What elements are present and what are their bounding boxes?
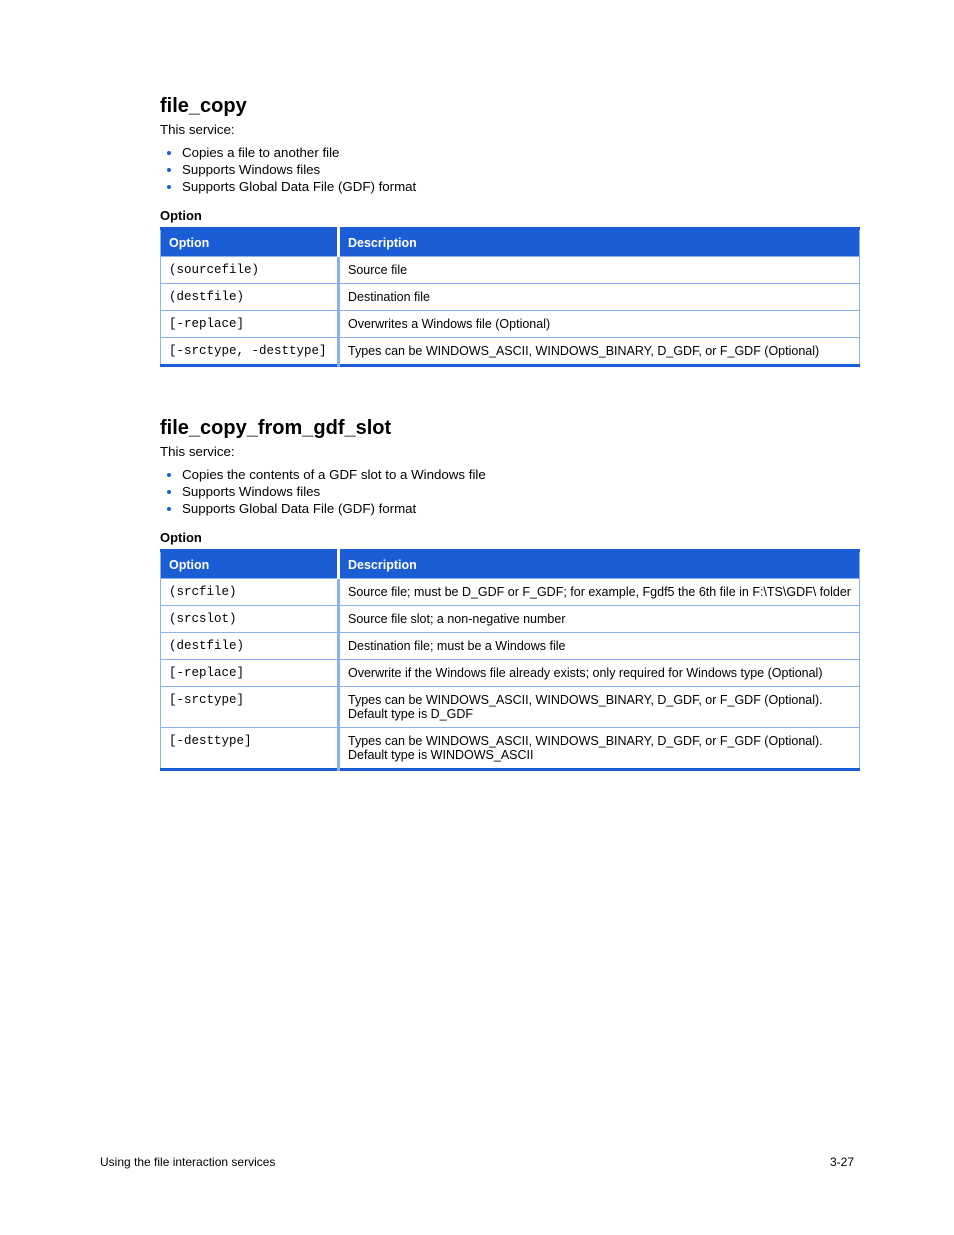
table-row: [-replace] Overwrite if the Windows file… — [161, 660, 860, 687]
table-row: [-srctype] Types can be WINDOWS_ASCII, W… — [161, 687, 860, 728]
option-cell: [-srctype] — [161, 687, 339, 728]
option-cell: [-srctype, -desttype] — [161, 338, 339, 366]
list-item: Supports Windows files — [182, 162, 854, 177]
option-cell: [-replace] — [161, 311, 339, 338]
list-item: Copies the contents of a GDF slot to a W… — [182, 467, 854, 482]
list-item: Copies a file to another file — [182, 145, 854, 160]
desc-cell: Destination file; must be a Windows file — [339, 633, 860, 660]
desc-cell: Source file slot; a non-negative number — [339, 606, 860, 633]
col-header-desc: Description — [339, 551, 860, 579]
list-item: Supports Global Data File (GDF) format — [182, 179, 854, 194]
option-cell: (destfile) — [161, 633, 339, 660]
section-file-copy-from-gdf-slot: file_copy_from_gdf_slot This service: Co… — [160, 417, 854, 771]
bullet-list: Copies the contents of a GDF slot to a W… — [160, 467, 854, 516]
table-caption: Option — [160, 208, 854, 223]
options-table: Option Description (sourcefile) Source f… — [160, 227, 860, 367]
table-header-row: Option Description — [161, 229, 860, 257]
desc-cell: Source file; must be D_GDF or F_GDF; for… — [339, 579, 860, 606]
list-item: Supports Windows files — [182, 484, 854, 499]
section-title: file_copy_from_gdf_slot — [160, 417, 854, 440]
bullet-list: Copies a file to another file Supports W… — [160, 145, 854, 194]
table-row: [-replace] Overwrites a Windows file (Op… — [161, 311, 860, 338]
desc-cell: Overwrite if the Windows file already ex… — [339, 660, 860, 687]
table-row: (sourcefile) Source file — [161, 257, 860, 284]
desc-cell: Types can be WINDOWS_ASCII, WINDOWS_BINA… — [339, 687, 860, 728]
option-cell: (srcfile) — [161, 579, 339, 606]
option-cell: [-replace] — [161, 660, 339, 687]
section-intro: This service: — [160, 444, 854, 459]
table-header-row: Option Description — [161, 551, 860, 579]
options-table: Option Description (srcfile) Source file… — [160, 549, 860, 771]
col-header-option: Option — [161, 551, 339, 579]
desc-cell: Types can be WINDOWS_ASCII, WINDOWS_BINA… — [339, 338, 860, 366]
desc-cell: Overwrites a Windows file (Optional) — [339, 311, 860, 338]
desc-cell: Types can be WINDOWS_ASCII, WINDOWS_BINA… — [339, 728, 860, 770]
table-row: (srcslot) Source file slot; a non-negati… — [161, 606, 860, 633]
footer-left: Using the file interaction services — [100, 1155, 275, 1169]
table-row: [-srctype, -desttype] Types can be WINDO… — [161, 338, 860, 366]
section-title: file_copy — [160, 95, 854, 118]
table-row: (srcfile) Source file; must be D_GDF or … — [161, 579, 860, 606]
table-caption: Option — [160, 530, 854, 545]
col-header-desc: Description — [339, 229, 860, 257]
desc-cell: Source file — [339, 257, 860, 284]
table-row: (destfile) Destination file; must be a W… — [161, 633, 860, 660]
col-header-option: Option — [161, 229, 339, 257]
table-row: (destfile) Destination file — [161, 284, 860, 311]
section-file-copy: file_copy This service: Copies a file to… — [160, 95, 854, 367]
section-intro: This service: — [160, 122, 854, 137]
list-item: Supports Global Data File (GDF) format — [182, 501, 854, 516]
footer-right: 3-27 — [830, 1155, 854, 1169]
option-cell: [-desttype] — [161, 728, 339, 770]
option-cell: (destfile) — [161, 284, 339, 311]
option-cell: (sourcefile) — [161, 257, 339, 284]
option-cell: (srcslot) — [161, 606, 339, 633]
desc-cell: Destination file — [339, 284, 860, 311]
table-row: [-desttype] Types can be WINDOWS_ASCII, … — [161, 728, 860, 770]
